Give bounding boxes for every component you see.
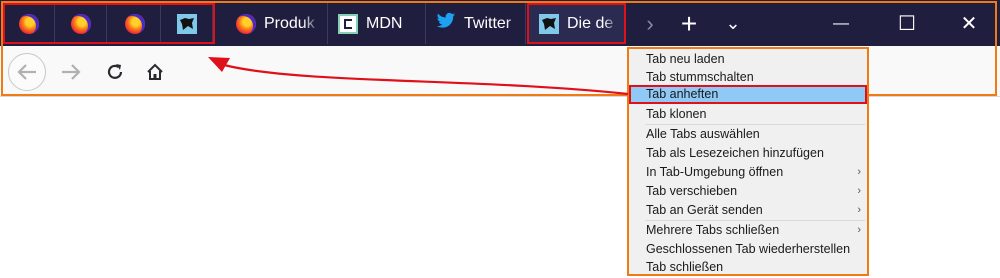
menu-item-duplicate-tab[interactable]: Tab klonen [629,105,867,124]
reload-button[interactable] [96,53,134,91]
minimize-icon[interactable]: — [818,3,864,44]
tab-label: Produk [264,14,315,32]
tab-context-menu: Tab neu laden Tab stummschalten Tab anhe… [627,47,869,276]
menu-item-select-all-tabs[interactable]: Alle Tabs auswählen [629,125,867,144]
tab-label: Twitter [464,14,512,32]
pinned-tab-3[interactable] [109,3,161,44]
home-icon [147,63,163,80]
firefox-icon [124,13,145,34]
black-panther-site-icon [176,13,197,34]
submenu-arrow-icon: › [857,204,861,216]
firefox-icon [236,13,256,34]
tab-mdn[interactable]: MDN [328,3,426,44]
menu-item-reload-tab[interactable]: Tab neu laden [629,50,867,69]
tab-die-de[interactable]: Die de [527,3,626,44]
submenu-arrow-icon: › [857,166,861,178]
black-panther-site-icon [539,13,559,34]
tab-produkt[interactable]: Produk [226,3,328,44]
maximize-icon[interactable]: ☐ [884,3,930,44]
pinned-tab-1[interactable] [3,3,55,44]
twitter-bird-icon [436,12,456,35]
close-window-icon[interactable]: ✕ [946,3,992,44]
firefox-icon [70,13,91,34]
menu-item-label: Mehrere Tabs schließen [646,223,780,237]
menu-item-close-multiple-tabs[interactable]: Mehrere Tabs schließen › [629,221,867,240]
tab-overflow-chevron-icon[interactable]: › [632,3,668,44]
back-arrow-icon [17,64,36,80]
menu-item-open-in-container[interactable]: In Tab-Umgebung öffnen › [629,163,867,182]
menu-item-label: Tab verschieben [646,184,738,198]
home-button[interactable] [136,53,174,91]
menu-item-label: Tab an Gerät senden [646,203,763,217]
menu-item-undo-close-tab[interactable]: Geschlossenen Tab wiederherstellen [629,240,867,259]
menu-item-move-tab[interactable]: Tab verschieben › [629,182,867,201]
forward-button[interactable] [52,53,90,91]
mdn-icon [338,13,358,34]
new-tab-plus-icon[interactable]: + [666,3,712,44]
submenu-arrow-icon: › [857,224,861,236]
menu-item-pin-tab[interactable]: Tab anheften [629,85,867,104]
list-all-tabs-chevron-icon[interactable]: ⌄ [710,3,756,44]
pinned-tab-2[interactable] [55,3,107,44]
pinned-tab-4[interactable] [161,3,213,44]
back-button[interactable] [8,53,46,91]
menu-item-close-tab[interactable]: Tab schließen [629,258,867,277]
reload-icon [107,64,123,79]
menu-item-bookmark-tab[interactable]: Tab als Lesezeichen hinzufügen [629,144,867,163]
tab-label: Die de [567,14,614,32]
submenu-arrow-icon: › [857,185,861,197]
tab-label: MDN [366,14,403,32]
firefox-icon [18,13,39,34]
forward-arrow-icon [62,64,81,80]
menu-item-label: In Tab-Umgebung öffnen [646,165,784,179]
tab-twitter[interactable]: Twitter [426,3,526,44]
menu-item-send-to-device[interactable]: Tab an Gerät senden › [629,201,867,220]
